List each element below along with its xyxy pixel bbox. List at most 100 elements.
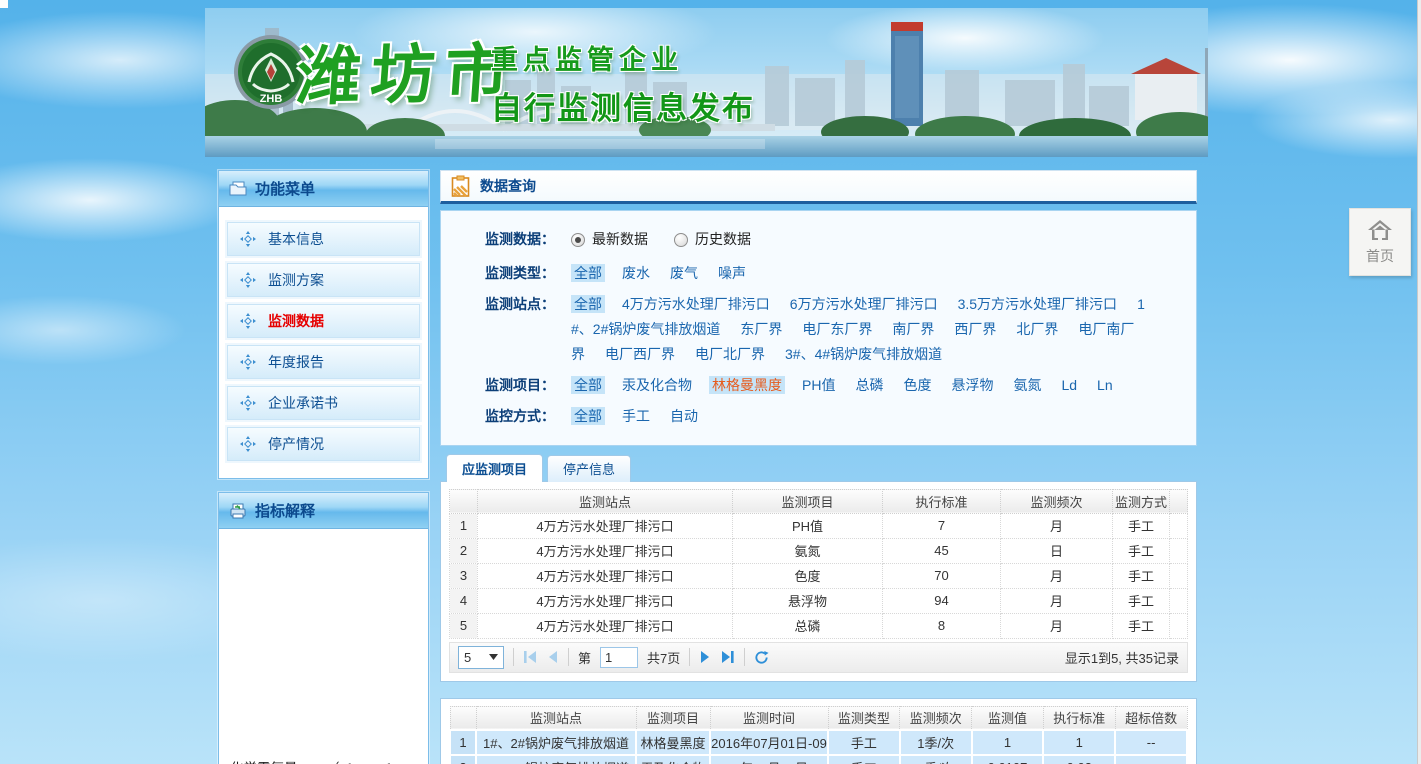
table-cell-empty — [1170, 513, 1188, 538]
table-cell: -- — [1115, 755, 1187, 764]
next-page-button[interactable] — [699, 650, 711, 664]
page-size-select[interactable]: 5 — [458, 646, 504, 669]
filter-link-废气[interactable]: 废气 — [667, 264, 701, 282]
sidebar-item-监测数据[interactable]: 监测数据 — [227, 304, 420, 338]
filter-link-总磷[interactable]: 总磷 — [852, 376, 886, 394]
sidebar-item-监测方案[interactable]: 监测方案 — [227, 263, 420, 297]
refresh-button[interactable] — [754, 650, 769, 665]
divider — [744, 648, 745, 666]
radio-icon[interactable] — [674, 233, 688, 247]
table-header-row: 监测站点监测项目监测时间监测类型监测频次监测值执行标准超标倍数 — [450, 706, 1187, 730]
filter-options-monitor-type: 全部废水废气噪声 — [571, 261, 1164, 286]
filter-link-噪声[interactable]: 噪声 — [715, 264, 749, 282]
banner-subtitle-bottom: 自行监测信息发布 — [491, 83, 755, 128]
column-header: 监测项目 — [636, 706, 710, 730]
home-button[interactable]: 首页 — [1349, 208, 1411, 276]
filter-label: 监测站点： — [485, 292, 571, 367]
row-number: 1 — [450, 513, 478, 538]
radio-option-历史数据[interactable]: 历史数据 — [674, 227, 751, 252]
filter-link-电厂西厂界[interactable]: 电厂西厂界 — [602, 345, 678, 363]
filter-link-Ld[interactable]: Ld — [1058, 376, 1080, 394]
filter-link-全部[interactable]: 全部 — [571, 264, 605, 282]
table-cell: 悬浮物 — [733, 588, 883, 613]
sidebar-item-label: 监测方案 — [268, 270, 324, 290]
filter-link-全部[interactable]: 全部 — [571, 295, 605, 313]
radio-icon[interactable] — [571, 233, 585, 247]
sidebar: 功能菜单 基本信息 监测方案 监测数据 年度报告 企业承诺书 停产情况 — [218, 170, 429, 764]
table-cell: 氨氮 — [733, 538, 883, 563]
column-header: 监测类型 — [828, 706, 900, 730]
filter-link-PH值[interactable]: PH值 — [799, 376, 838, 394]
filter-row-monitor-data: 监测数据： 最新数据历史数据 — [485, 227, 1182, 255]
table-row: 54万方污水处理厂排污口总磷8月手工 — [450, 613, 1188, 638]
filter-link-废水[interactable]: 废水 — [619, 264, 653, 282]
browser-scrollbar[interactable] — [1417, 0, 1421, 764]
filter-link-手工[interactable]: 手工 — [619, 407, 653, 425]
tab-bar: 应监测项目 停产信息 — [440, 455, 1197, 482]
filter-link-色度[interactable]: 色度 — [900, 376, 934, 394]
filter-label: 监控方式： — [485, 404, 571, 429]
filter-link-全部[interactable]: 全部 — [571, 376, 605, 394]
table-cell-empty — [1170, 613, 1188, 638]
page-number-input[interactable] — [600, 647, 638, 668]
table-cell: 手工 — [1113, 613, 1170, 638]
column-header: 超标倍数 — [1115, 706, 1187, 730]
filter-link-氨氮[interactable]: 氨氮 — [1010, 376, 1044, 394]
table-cell: 林格曼黑度 — [636, 730, 710, 755]
record-summary: 显示1到5, 共35记录 — [1065, 648, 1179, 667]
filter-link-3#、4#锅炉废气排放烟道[interactable]: 3#、4#锅炉废气排放烟道 — [782, 345, 945, 363]
column-header: 监测频次 — [1001, 489, 1113, 513]
table-cell: 8 — [883, 613, 1001, 638]
table-cell: 月 — [1001, 613, 1113, 638]
sidebar-item-年度报告[interactable]: 年度报告 — [227, 345, 420, 379]
results-table: 监测站点监测项目监测时间监测类型监测频次监测值执行标准超标倍数 11#、2#锅炉… — [449, 706, 1188, 764]
sidebar-item-停产情况[interactable]: 停产情况 — [227, 427, 420, 461]
filter-link-4万方污水处理厂排污口[interactable]: 4万方污水处理厂排污口 — [619, 295, 773, 313]
row-number: 3 — [450, 563, 478, 588]
tab-shutdown-info[interactable]: 停产信息 — [547, 455, 631, 482]
compass-icon — [240, 272, 256, 288]
filter-link-西厂界[interactable]: 西厂界 — [951, 320, 999, 338]
filter-link-6万方污水处理厂排污口[interactable]: 6万方污水处理厂排污口 — [787, 295, 941, 313]
prev-page-button[interactable] — [547, 650, 559, 664]
filter-options-monitor-method: 全部手工自动 — [571, 404, 1164, 429]
filter-label: 监测项目： — [485, 373, 571, 398]
sidebar-item-基本信息[interactable]: 基本信息 — [227, 222, 420, 256]
banner-city-title: 潍坊市 — [294, 22, 523, 118]
sidebar-item-企业承诺书[interactable]: 企业承诺书 — [227, 386, 420, 420]
tab-label: 应监测项目 — [462, 459, 527, 478]
filter-link-汞及化合物[interactable]: 汞及化合物 — [619, 376, 695, 394]
table-row: 44万方污水处理厂排污口悬浮物94月手工 — [450, 588, 1188, 613]
filter-link-自动[interactable]: 自动 — [667, 407, 701, 425]
filter-link-林格曼黑度[interactable]: 林格曼黑度 — [709, 376, 785, 394]
compass-icon — [240, 231, 256, 247]
filter-row-monitor-method: 监控方式： 全部手工自动 — [485, 404, 1182, 429]
filter-link-电厂东厂界[interactable]: 电厂东厂界 — [799, 320, 875, 338]
column-header: 监测时间 — [710, 706, 828, 730]
filter-link-南厂界[interactable]: 南厂界 — [889, 320, 937, 338]
sidebar-item-label: 监测数据 — [268, 311, 324, 331]
first-page-button[interactable] — [523, 650, 538, 664]
page-prefix-label: 第 — [578, 648, 591, 667]
filter-link-悬浮物[interactable]: 悬浮物 — [948, 376, 996, 394]
filter-link-电厂北厂界[interactable]: 电厂北厂界 — [692, 345, 768, 363]
table-cell: 汞及化合物 — [636, 755, 710, 764]
divider — [689, 648, 690, 666]
table-row: 21#、2#锅炉废气排放烟道汞及化合物2016年07月01日-09手工1季/次0… — [450, 755, 1187, 764]
radio-option-最新数据[interactable]: 最新数据 — [571, 227, 648, 252]
filter-link-东厂界[interactable]: 东厂界 — [737, 320, 785, 338]
last-page-button[interactable] — [720, 650, 735, 664]
function-menu-header: 功能菜单 — [219, 171, 428, 207]
table-cell: 4万方污水处理厂排污口 — [478, 588, 733, 613]
table-cell: 4万方污水处理厂排污口 — [478, 538, 733, 563]
radio-label: 历史数据 — [695, 227, 751, 252]
filter-link-全部[interactable]: 全部 — [571, 407, 605, 425]
column-header-empty — [450, 489, 478, 513]
sidebar-item-label: 年度报告 — [268, 352, 324, 372]
filter-link-北厂界[interactable]: 北厂界 — [1013, 320, 1061, 338]
filter-link-3.5万方污水处理厂排污口[interactable]: 3.5万方污水处理厂排污口 — [955, 295, 1120, 313]
table-row: 34万方污水处理厂排污口色度70月手工 — [450, 563, 1188, 588]
tab-monitoring-items[interactable]: 应监测项目 — [446, 454, 543, 482]
column-header: 监测站点 — [476, 706, 636, 730]
filter-link-Ln[interactable]: Ln — [1094, 376, 1116, 394]
